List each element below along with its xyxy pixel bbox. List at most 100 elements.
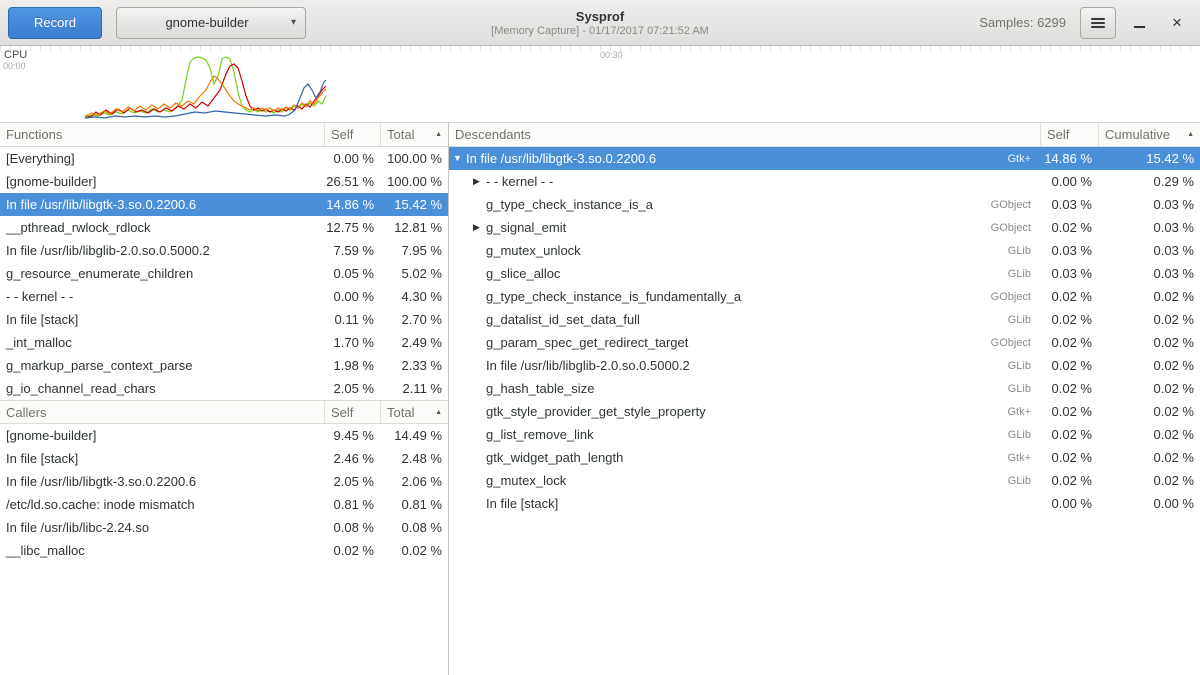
descendant-row[interactable]: g_mutex_unlockGLib0.03 %0.03 %: [449, 239, 1200, 262]
cumulative-percent: 0.03 %: [1098, 243, 1200, 258]
descendant-row[interactable]: g_type_check_instance_is_aGObject0.03 %0…: [449, 193, 1200, 216]
caller-row[interactable]: In file [stack]2.46 %2.48 %: [0, 447, 448, 470]
self-percent: 0.02 %: [1040, 381, 1098, 396]
function-row[interactable]: _int_malloc1.70 %2.49 %: [0, 331, 448, 354]
total-percent: 0.81 %: [380, 497, 448, 512]
self-percent: 0.02 %: [1040, 335, 1098, 350]
total-percent: 2.33 %: [380, 358, 448, 373]
descendant-name: In file /usr/lib/libglib-2.0.so.0.5000.2: [486, 358, 690, 373]
caller-row[interactable]: In file /usr/lib/libc-2.24.so0.08 %0.08 …: [0, 516, 448, 539]
descendant-row[interactable]: ▶- - kernel - -0.00 %0.29 %: [449, 170, 1200, 193]
function-row[interactable]: g_markup_parse_context_parse1.98 %2.33 %: [0, 354, 448, 377]
caller-row[interactable]: [gnome-builder]9.45 %14.49 %: [0, 424, 448, 447]
total-column-label: Total: [387, 405, 414, 420]
library-badge: GLib: [1000, 429, 1040, 441]
right-pane: Descendants Self Cumulative ▲ ▼In file /…: [449, 123, 1200, 675]
descendant-row[interactable]: g_param_spec_get_redirect_targetGObject0…: [449, 331, 1200, 354]
library-badge: GObject: [983, 337, 1040, 349]
descendant-row[interactable]: gtk_style_provider_get_style_propertyGtk…: [449, 400, 1200, 423]
function-row[interactable]: In file /usr/lib/libgtk-3.so.0.2200.614.…: [0, 193, 448, 216]
descendants-cumulative-column-header[interactable]: Cumulative ▲: [1098, 123, 1200, 146]
cpu-graph-panel[interactable]: CPU 00:00 00:30: [0, 46, 1200, 123]
cumulative-percent: 0.02 %: [1098, 404, 1200, 419]
expand-arrow-icon[interactable]: ▶: [473, 170, 486, 193]
self-percent: 0.05 %: [324, 266, 380, 281]
descendant-row[interactable]: g_hash_table_sizeGLib0.02 %0.02 %: [449, 377, 1200, 400]
process-selector-dropdown[interactable]: gnome-builder ▾: [116, 7, 306, 39]
descendant-name-cell: gtk_widget_path_lengthGtk+: [449, 450, 1040, 465]
self-percent: 0.03 %: [1040, 243, 1098, 258]
self-percent: 0.02 %: [1040, 312, 1098, 327]
function-name: [gnome-builder]: [0, 174, 324, 189]
descendants-header-row: Descendants Self Cumulative ▲: [449, 123, 1200, 147]
descendant-name: g_mutex_lock: [486, 473, 566, 488]
close-button[interactable]: ×: [1162, 8, 1192, 38]
sort-ascending-icon: ▲: [1187, 131, 1194, 138]
library-badge: GLib: [1000, 314, 1040, 326]
self-percent: 0.00 %: [324, 151, 380, 166]
self-percent: 26.51 %: [324, 174, 380, 189]
total-percent: 2.48 %: [380, 451, 448, 466]
functions-column-header[interactable]: Functions: [0, 123, 324, 146]
sysprof-window: { "header": { "record_label": "Record", …: [0, 0, 1200, 675]
cumulative-percent: 0.02 %: [1098, 289, 1200, 304]
caller-row[interactable]: /etc/ld.so.cache: inode mismatch0.81 %0.…: [0, 493, 448, 516]
callers-self-column-header[interactable]: Self: [324, 401, 380, 423]
function-row[interactable]: g_io_channel_read_chars2.05 %2.11 %: [0, 377, 448, 400]
profile-panes: Functions Self Total ▲ [Everything]0.00 …: [0, 123, 1200, 675]
function-row[interactable]: [Everything]0.00 %100.00 %: [0, 147, 448, 170]
library-badge: GLib: [1000, 245, 1040, 257]
descendant-row[interactable]: g_slice_allocGLib0.03 %0.03 %: [449, 262, 1200, 285]
total-percent: 4.30 %: [380, 289, 448, 304]
sort-ascending-icon: ▲: [435, 131, 442, 138]
function-row[interactable]: In file [stack]0.11 %2.70 %: [0, 308, 448, 331]
functions-total-column-header[interactable]: Total ▲: [380, 123, 448, 146]
descendant-name: g_signal_emit: [486, 220, 566, 235]
self-percent: 0.08 %: [324, 520, 380, 535]
caller-row[interactable]: __libc_malloc0.02 %0.02 %: [0, 539, 448, 562]
descendant-row[interactable]: g_mutex_lockGLib0.02 %0.02 %: [449, 469, 1200, 492]
descendant-name: g_list_remove_link: [486, 427, 594, 442]
menu-button[interactable]: [1080, 7, 1116, 39]
library-badge: GObject: [983, 222, 1040, 234]
descendants-self-column-header[interactable]: Self: [1040, 123, 1098, 146]
collapse-arrow-icon[interactable]: ▼: [453, 147, 466, 170]
descendant-row[interactable]: In file [stack]0.00 %0.00 %: [449, 492, 1200, 515]
minimize-button[interactable]: [1124, 8, 1154, 38]
function-row[interactable]: In file /usr/lib/libglib-2.0.so.0.5000.2…: [0, 239, 448, 262]
expand-arrow-icon[interactable]: ▶: [473, 216, 486, 239]
descendant-name-cell: g_mutex_lock GLib: [449, 473, 1040, 488]
total-percent: 15.42 %: [380, 197, 448, 212]
cumulative-percent: 0.02 %: [1098, 335, 1200, 350]
descendant-row[interactable]: g_list_remove_linkGLib0.02 %0.02 %: [449, 423, 1200, 446]
descendant-name-cell: g_type_check_instance_is_fundamentally_a…: [449, 289, 1040, 304]
descendant-row[interactable]: ▼In file /usr/lib/libgtk-3.so.0.2200.6Gt…: [449, 147, 1200, 170]
descendant-row[interactable]: ▶g_signal_emitGObject0.02 %0.03 %: [449, 216, 1200, 239]
function-row[interactable]: - - kernel - -0.00 %4.30 %: [0, 285, 448, 308]
caller-row[interactable]: In file /usr/lib/libgtk-3.so.0.2200.62.0…: [0, 470, 448, 493]
self-percent: 0.02 %: [1040, 404, 1098, 419]
descendant-row[interactable]: gtk_widget_path_lengthGtk+0.02 %0.02 %: [449, 446, 1200, 469]
hamburger-icon: [1091, 16, 1105, 30]
library-badge: GLib: [1000, 475, 1040, 487]
self-percent: 0.00 %: [324, 289, 380, 304]
function-name: In file /usr/lib/libgtk-3.so.0.2200.6: [0, 197, 324, 212]
callers-total-column-header[interactable]: Total ▲: [380, 401, 448, 423]
function-name: [Everything]: [0, 151, 324, 166]
self-percent: 0.11 %: [324, 312, 380, 327]
callers-column-header[interactable]: Callers: [0, 401, 324, 423]
descendant-row[interactable]: g_datalist_id_set_data_fullGLib0.02 %0.0…: [449, 308, 1200, 331]
function-name: _int_malloc: [0, 335, 324, 350]
descendant-name-cell: g_list_remove_link GLib: [449, 427, 1040, 442]
descendant-row[interactable]: In file /usr/lib/libglib-2.0.so.0.5000.2…: [449, 354, 1200, 377]
total-percent: 100.00 %: [380, 174, 448, 189]
descendant-row[interactable]: g_type_check_instance_is_fundamentally_a…: [449, 285, 1200, 308]
cumulative-percent: 0.02 %: [1098, 381, 1200, 396]
descendants-column-header[interactable]: Descendants: [449, 123, 1040, 146]
function-row[interactable]: __pthread_rwlock_rdlock12.75 %12.81 %: [0, 216, 448, 239]
function-row[interactable]: g_resource_enumerate_children0.05 %5.02 …: [0, 262, 448, 285]
functions-self-column-header[interactable]: Self: [324, 123, 380, 146]
record-button[interactable]: Record: [8, 7, 102, 39]
function-row[interactable]: [gnome-builder]26.51 %100.00 %: [0, 170, 448, 193]
descendant-name: g_type_check_instance_is_a: [486, 197, 653, 212]
